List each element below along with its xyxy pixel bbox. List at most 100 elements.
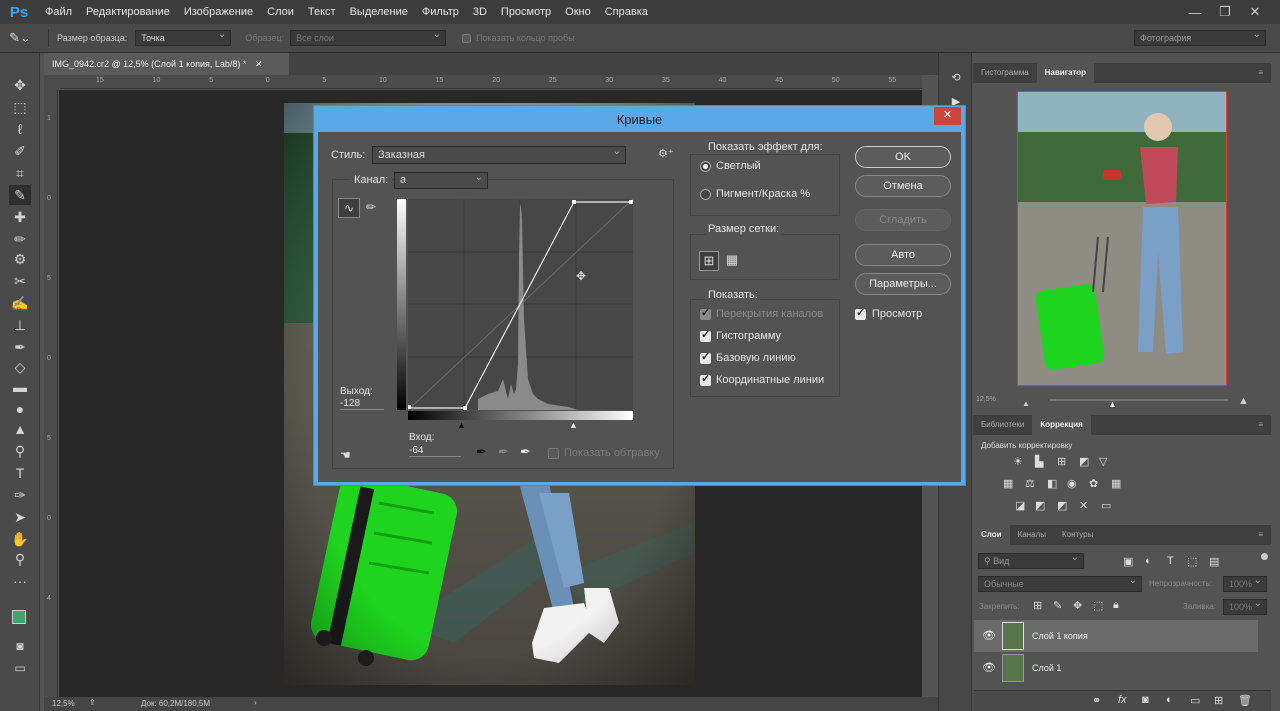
lock-transparent-icon[interactable]: ⊞	[1033, 599, 1042, 612]
lock-all-icon[interactable]: 🔒︎	[1113, 599, 1119, 612]
filter-smart-icon[interactable]: ▤	[1209, 555, 1219, 568]
lock-artboard-icon[interactable]: ⬚	[1093, 599, 1103, 612]
restore-icon[interactable]: ❐	[1210, 4, 1240, 20]
menu-3d[interactable]: 3D	[466, 0, 494, 24]
crop-tool-icon[interactable]: ⌗	[9, 163, 31, 183]
gradient-tool-icon[interactable]: ▬	[9, 377, 31, 397]
layer-name[interactable]: Слой 1	[1032, 663, 1061, 673]
on-image-adjust-hand-icon[interactable]: ☚	[340, 448, 351, 462]
white-eyedropper-icon[interactable]: ✒	[520, 444, 531, 460]
pen-tool-icon[interactable]: ✑	[9, 485, 31, 505]
color-lookup-icon[interactable]: ▦	[1111, 477, 1121, 490]
tab-channels[interactable]: Каналы	[1010, 525, 1054, 545]
input-value[interactable]: -64	[409, 445, 461, 457]
effect-pigment-radio[interactable]	[700, 189, 711, 200]
history-panel-icon[interactable]: ⟲	[947, 71, 965, 84]
gradient-map-icon[interactable]: ▭	[1101, 499, 1111, 512]
sample-select[interactable]: Все слои	[290, 28, 447, 46]
marquee-tool-icon[interactable]: ⬚	[9, 97, 31, 117]
show-clipping-checkbox[interactable]	[548, 448, 559, 459]
menu-help[interactable]: Справка	[598, 0, 655, 24]
filter-shape-icon[interactable]: ⬚	[1187, 555, 1197, 568]
brush-icon[interactable]: ✍	[9, 293, 31, 313]
layer-filter-select[interactable]: ⚲ Вид	[978, 551, 1084, 569]
eyedropper-tool-icon[interactable]: ✎	[9, 185, 31, 205]
channel-select[interactable]: a	[394, 170, 488, 189]
tab-correction[interactable]: Коррекция	[1032, 415, 1091, 435]
status-menu-arrow-icon[interactable]: ›	[254, 698, 257, 707]
close-tab-icon[interactable]: ✕	[255, 59, 263, 69]
auto-button[interactable]: Авто	[855, 244, 951, 266]
grid-simple-icon[interactable]: ⊞	[699, 251, 719, 271]
preset-options-gear-icon[interactable]: ⚙⁺	[658, 147, 674, 160]
output-value[interactable]: -128	[340, 398, 384, 410]
brightness-contrast-icon[interactable]: ☀	[1013, 455, 1023, 468]
layer-row[interactable]: 👁︎ Слой 1 копия	[974, 620, 1258, 652]
black-point-slider[interactable]: ▲	[457, 420, 466, 430]
type-tool-icon[interactable]: T	[9, 463, 31, 483]
tab-navigator[interactable]: Навигатор	[1036, 63, 1095, 83]
blend-mode-select[interactable]: Обычные	[978, 574, 1142, 592]
tab-layers[interactable]: Слои	[973, 525, 1010, 545]
tab-paths[interactable]: Контуры	[1054, 525, 1101, 545]
black-eyedropper-icon[interactable]: ✒	[476, 444, 487, 460]
smooth-button[interactable]: Сгладить	[855, 209, 951, 231]
new-group-icon[interactable]: ▭	[1190, 694, 1200, 707]
menu-window[interactable]: Окно	[558, 0, 598, 24]
blur-tool-icon[interactable]: ●	[9, 399, 31, 419]
zoom-tool-icon[interactable]: ⚲	[9, 549, 31, 569]
channel-mixer-icon[interactable]: ✿	[1089, 477, 1098, 490]
layers-menu-icon[interactable]: ≡	[1250, 525, 1271, 545]
navigator-slider-handle[interactable]: ▲	[1108, 399, 1117, 409]
menu-select[interactable]: Выделение	[343, 0, 415, 24]
quick-selection-tool-icon[interactable]: ✐	[9, 141, 31, 161]
eyedropper-tool-preset-icon[interactable]: ✎⌄	[0, 30, 40, 46]
menu-type[interactable]: Текст	[301, 0, 343, 24]
more-tools-icon[interactable]: ···	[9, 571, 31, 591]
ruler-origin[interactable]	[44, 75, 60, 89]
stamp-icon[interactable]: ⊥	[9, 315, 31, 335]
layer-row[interactable]: 👁︎ Слой 1	[974, 652, 1258, 684]
navigator-zoom-slider[interactable]	[1050, 399, 1228, 401]
lock-pixels-icon[interactable]: ✎	[1053, 599, 1062, 612]
layer-name[interactable]: Слой 1 копия	[1032, 631, 1088, 641]
new-adjustment-icon[interactable]: ◐	[1166, 694, 1173, 706]
filter-type-icon[interactable]: T	[1167, 555, 1174, 567]
history-brush-tool-icon[interactable]: ✂	[9, 271, 31, 291]
mixer-brush-icon[interactable]: ✒	[9, 337, 31, 357]
minimize-icon[interactable]: —	[1180, 5, 1210, 20]
sharpen-tool-icon[interactable]: ▲	[9, 419, 31, 439]
filter-pixel-icon[interactable]: ▣	[1123, 555, 1133, 568]
filter-adjustment-icon[interactable]: ◐	[1145, 555, 1152, 567]
grid-detailed-icon[interactable]: ▦	[722, 251, 742, 271]
menu-edit[interactable]: Редактирование	[79, 0, 177, 24]
ok-button[interactable]: OK	[855, 146, 951, 168]
close-window-icon[interactable]: ✕	[1240, 4, 1270, 20]
layer-style-icon[interactable]: fx	[1118, 694, 1127, 706]
sample-size-select[interactable]: Точка	[135, 28, 232, 46]
new-layer-icon[interactable]: ⊞	[1214, 694, 1223, 707]
menu-file[interactable]: Файл	[38, 0, 79, 24]
zoom-out-icon[interactable]: ▲	[1022, 399, 1030, 408]
zoom-in-icon[interactable]: ▲	[1238, 395, 1249, 407]
navigator-thumbnail[interactable]	[1017, 91, 1227, 386]
panel-menu-icon[interactable]: ≡	[1250, 63, 1271, 83]
opacity-input[interactable]: 100%	[1223, 574, 1267, 592]
posterize-icon[interactable]: ◩	[1035, 499, 1045, 512]
photo-filter-icon[interactable]: ◉	[1067, 477, 1077, 490]
style-select[interactable]: Заказная	[372, 144, 626, 164]
invert-icon[interactable]: ◪	[1015, 499, 1025, 512]
filter-toggle[interactable]	[1261, 553, 1268, 560]
adjustments-menu-icon[interactable]: ≡	[1250, 415, 1271, 435]
threshold-icon[interactable]: ◩	[1057, 499, 1067, 512]
levels-icon[interactable]: ▙	[1035, 455, 1043, 468]
lock-position-icon[interactable]: ✥	[1073, 599, 1082, 612]
effect-light-radio[interactable]	[700, 161, 711, 172]
vibrance-icon[interactable]: ▽	[1099, 455, 1107, 468]
visibility-eye-icon[interactable]: 👁︎	[982, 661, 996, 674]
menu-view[interactable]: Просмотр	[494, 0, 558, 24]
move-tool-icon[interactable]: ✥	[9, 75, 31, 95]
baseline-checkbox[interactable]	[700, 350, 711, 364]
show-ring-checkbox[interactable]	[462, 33, 472, 43]
preview-checkbox[interactable]	[855, 306, 866, 320]
